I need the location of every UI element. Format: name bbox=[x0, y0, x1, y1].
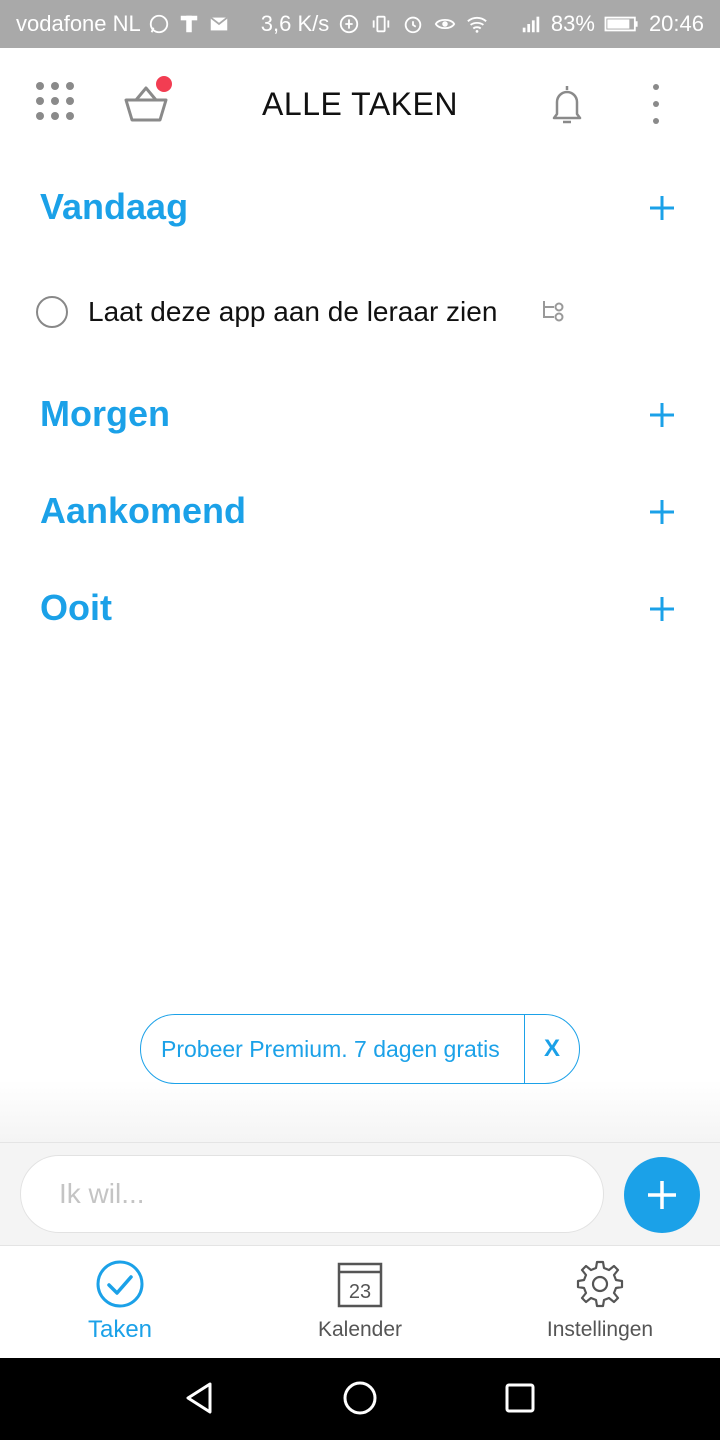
fade-divider bbox=[0, 1080, 720, 1142]
battery-icon bbox=[603, 12, 641, 36]
clock: 20:46 bbox=[648, 11, 704, 36]
task-row[interactable]: Laat deze app aan de leraar zien bbox=[0, 280, 720, 344]
add-task-aankomend-icon[interactable] bbox=[646, 496, 678, 528]
nav-instellingen[interactable]: Instellingen bbox=[480, 1246, 720, 1358]
recents-icon[interactable] bbox=[500, 1378, 540, 1418]
home-icon[interactable] bbox=[340, 1378, 380, 1418]
whatsapp-icon bbox=[147, 12, 171, 36]
close-banner-button[interactable]: X bbox=[525, 1035, 579, 1063]
task-text[interactable]: Laat deze app aan de leraar zien bbox=[88, 296, 497, 328]
status-bar: vodafone NL 3,6 K/s 83% 20:46 bbox=[0, 0, 720, 48]
more-options-icon[interactable] bbox=[648, 84, 664, 124]
system-navigation-bar bbox=[0, 1358, 720, 1440]
app-header: ALLE TAKEN bbox=[0, 48, 720, 160]
wifi-icon bbox=[465, 12, 489, 36]
section-title: Aankomend bbox=[40, 490, 247, 531]
back-icon[interactable] bbox=[180, 1378, 220, 1418]
carrier-name: vodafone NL bbox=[16, 11, 141, 36]
bottom-navigation: Taken 23 Kalender Instellingen bbox=[0, 1246, 720, 1358]
nav-kalender[interactable]: 23 Kalender bbox=[240, 1246, 480, 1358]
nav-label: Kalender bbox=[317, 1318, 403, 1341]
t-mobile-icon bbox=[177, 12, 201, 36]
subtasks-icon bbox=[540, 298, 568, 326]
mail-icon bbox=[207, 12, 231, 36]
add-task-button[interactable] bbox=[624, 1157, 700, 1233]
eye-icon bbox=[433, 12, 457, 36]
section-morgen: Morgen bbox=[0, 383, 720, 447]
signal-icon bbox=[519, 12, 543, 36]
plus-icon bbox=[648, 1181, 676, 1209]
nav-label: Instellingen bbox=[546, 1318, 654, 1341]
network-speed: 3,6 K/s bbox=[260, 11, 330, 36]
section-vandaag: Vandaag bbox=[0, 176, 720, 240]
quick-add-bar bbox=[0, 1142, 720, 1246]
nav-label: Taken bbox=[87, 1316, 153, 1343]
task-checkbox[interactable] bbox=[36, 296, 68, 328]
add-task-vandaag-icon[interactable] bbox=[646, 192, 678, 224]
battery-percent: 83% bbox=[550, 11, 595, 36]
premium-trial-link[interactable]: Probeer Premium. 7 dagen gratis bbox=[141, 1036, 524, 1063]
section-title: Morgen bbox=[40, 393, 170, 434]
section-ooit: Ooit bbox=[0, 577, 720, 641]
check-circle-icon bbox=[94, 1258, 146, 1310]
data-saver-icon bbox=[337, 12, 361, 36]
alarm-icon bbox=[401, 12, 425, 36]
section-title: Vandaag bbox=[40, 186, 189, 227]
gear-icon bbox=[574, 1258, 626, 1310]
quick-add-input[interactable] bbox=[20, 1155, 604, 1233]
page-title: ALLE TAKEN bbox=[262, 86, 458, 122]
calendar-icon: 23 bbox=[334, 1258, 386, 1310]
section-aankomend: Aankomend bbox=[0, 480, 720, 544]
add-task-ooit-icon[interactable] bbox=[646, 593, 678, 625]
add-task-morgen-icon[interactable] bbox=[646, 399, 678, 431]
calendar-day: 23 bbox=[349, 1281, 371, 1303]
vibrate-icon bbox=[369, 12, 393, 36]
bell-icon[interactable] bbox=[548, 82, 586, 126]
premium-banner: Probeer Premium. 7 dagen gratis X bbox=[140, 1014, 580, 1084]
section-title: Ooit bbox=[40, 587, 112, 628]
nav-taken[interactable]: Taken bbox=[0, 1246, 240, 1358]
